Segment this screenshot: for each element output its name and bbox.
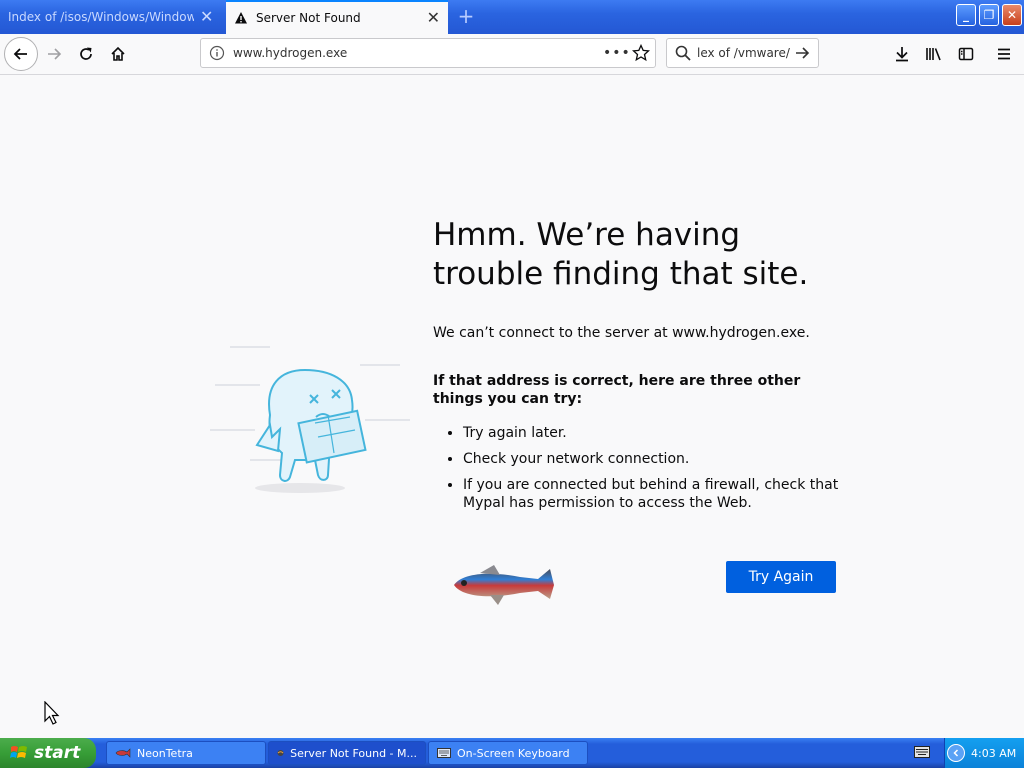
close-icon[interactable]: ✕ [427,10,440,26]
tab-label: Index of /isos/Windows/Windows_Vist [8,10,194,24]
tab-strip: Index of /isos/Windows/Windows_Vist ✕ Se… [0,0,1024,34]
back-arrow-icon [13,48,27,60]
keyboard-icon [437,748,451,758]
taskbar-item-label: NeonTetra [137,746,193,760]
taskbar-item-label: On-Screen Keyboard [457,746,570,760]
fish-icon [115,748,131,758]
tab-server-not-found[interactable]: Server Not Found ✕ [226,0,448,34]
try-again-button[interactable]: Try Again [726,561,836,593]
forward-arrow-icon [48,48,62,60]
close-window-button[interactable]: ✕ [1002,4,1022,26]
search-bar[interactable]: lex of /vmware/ [666,38,819,68]
error-description: We can’t connect to the server at www.hy… [433,325,810,341]
taskbar-item-browser[interactable]: Server Not Found - M... [268,741,426,765]
tab-index-of-isos[interactable]: Index of /isos/Windows/Windows_Vist ✕ [0,0,224,34]
reload-button[interactable] [70,38,102,70]
list-item: Check your network connection. [463,450,843,468]
menu-button[interactable] [988,38,1020,70]
neon-tetra-fish[interactable] [450,563,560,607]
reload-icon [80,47,92,60]
list-item: If you are connected but behind a firewa… [463,476,843,512]
browser-icon [277,749,284,757]
back-button[interactable] [4,37,38,71]
maximize-button[interactable]: ❐ [979,4,999,26]
mouse-cursor [44,701,60,725]
forward-button[interactable] [38,38,70,70]
url-bar[interactable]: www.hydrogen.exe ••• [200,38,656,68]
page-actions-button[interactable]: ••• [603,45,630,61]
new-tab-button[interactable]: + [456,6,476,26]
suggestions-list: Try again later. Check your network conn… [447,424,843,520]
navigation-toolbar: www.hydrogen.exe ••• lex of /vmware/ [0,34,1024,75]
downloads-button[interactable] [886,38,918,70]
lost-dino-illustration [210,346,410,493]
start-button[interactable]: start [0,738,96,768]
clock[interactable]: 4:03 AM [971,747,1016,760]
error-page: Hmm. We’re having trouble finding that s… [0,75,1024,738]
bookmark-star-icon[interactable] [627,44,655,62]
sidebar-icon [958,47,974,61]
info-icon[interactable] [209,45,225,61]
taskbar: start NeonTetra Server Not Found - M... … [0,738,1024,768]
home-icon [111,46,125,61]
tab-label: Server Not Found [256,11,361,25]
library-button[interactable] [918,38,950,70]
search-icon [675,45,691,61]
windows-logo-icon [10,746,27,758]
keyboard-tray-icon[interactable] [914,746,930,758]
url-text[interactable]: www.hydrogen.exe [233,46,603,60]
start-label: start [34,743,81,763]
page-title: Hmm. We’re having trouble finding that s… [433,217,809,292]
suggestions-heading: If that address is correct, here are thr… [433,373,801,407]
warning-icon [235,12,247,24]
system-tray: 4:03 AM [944,738,1024,768]
sidebar-button[interactable] [950,38,982,70]
home-button[interactable] [102,38,134,70]
close-icon[interactable]: ✕ [200,9,213,25]
list-item: Try again later. [463,424,843,442]
chevron-left-icon[interactable] [947,744,965,762]
library-icon [926,48,941,61]
go-arrow-icon[interactable] [794,45,810,61]
minimize-button[interactable]: _ [956,4,976,26]
download-icon [896,47,908,62]
taskbar-item-label: Server Not Found - M... [290,746,417,760]
taskbar-item-on-screen-keyboard[interactable]: On-Screen Keyboard [428,741,588,765]
hamburger-icon [998,48,1010,60]
search-input[interactable]: lex of /vmware/ [697,46,794,60]
taskbar-item-neontetra[interactable]: NeonTetra [106,741,266,765]
